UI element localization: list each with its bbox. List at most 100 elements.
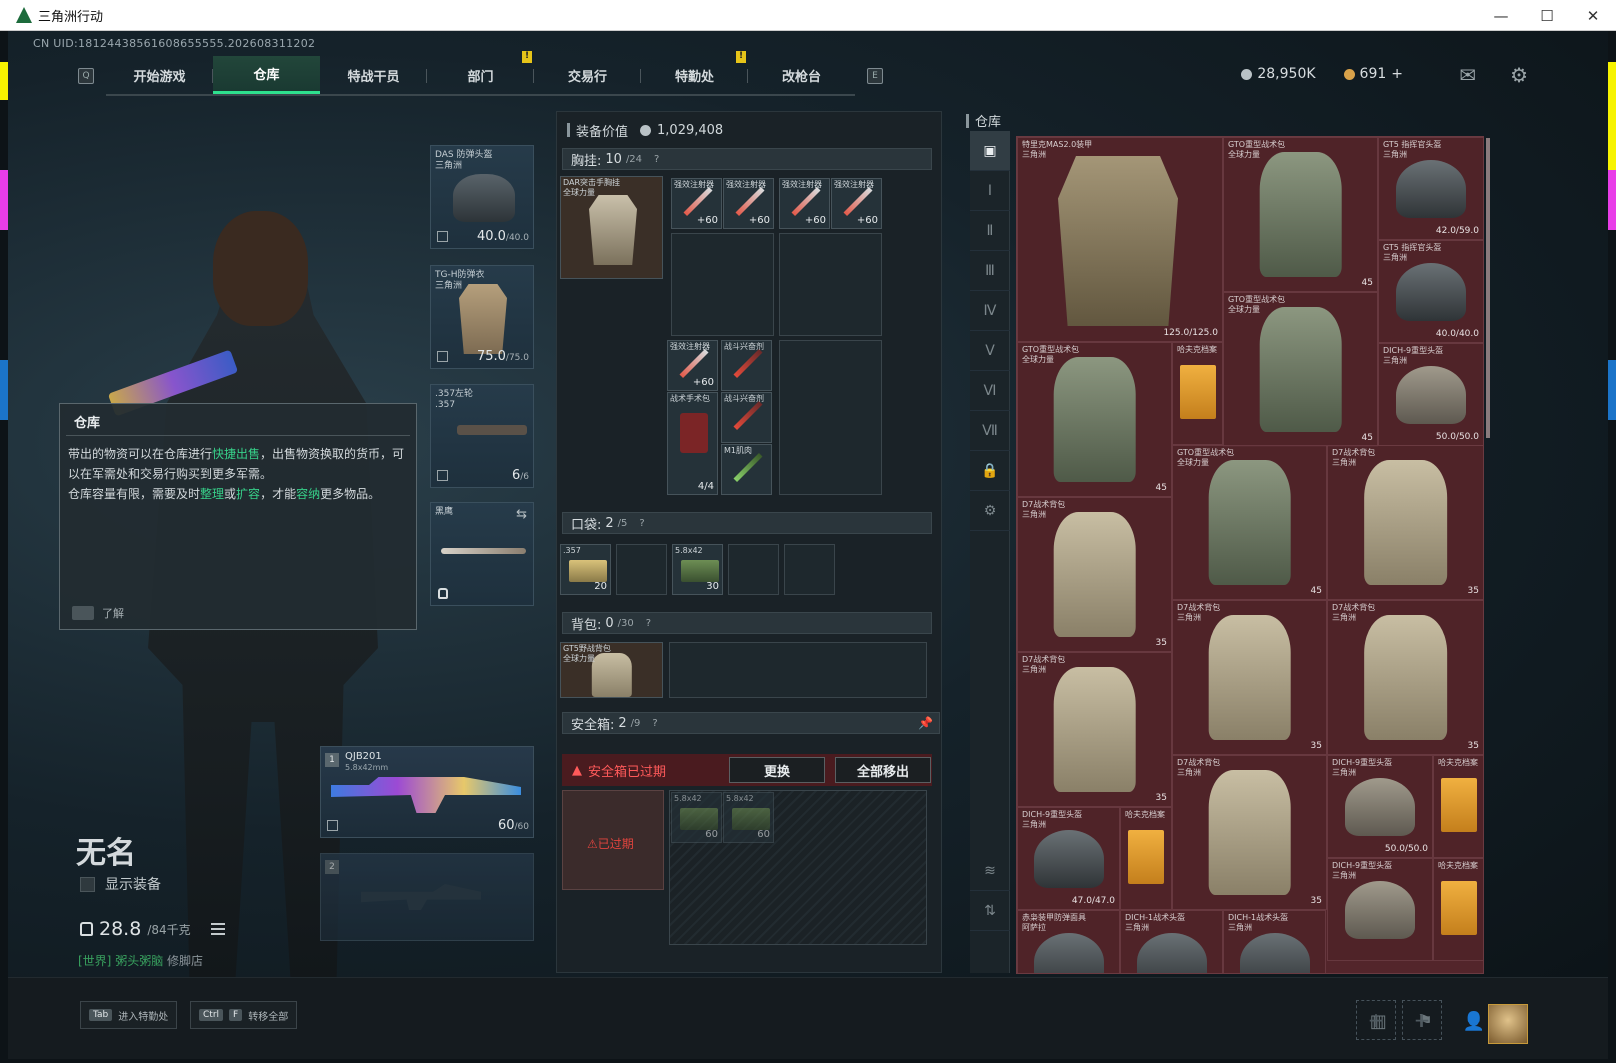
pocket-item[interactable]: .357 20 bbox=[560, 544, 611, 595]
chest-slot-item[interactable]: 战术手术包 4/4 bbox=[667, 392, 718, 495]
sort-icon[interactable]: ⇅ bbox=[970, 891, 1010, 931]
show-equip-toggle[interactable]: 显示装备 bbox=[80, 874, 161, 894]
armor-slot[interactable]: TG-H防弹衣 三角洲 75.0/75.0 bbox=[430, 265, 534, 369]
move-all-button[interactable]: 全部移出 bbox=[835, 757, 931, 783]
stash-item[interactable]: DICH-1战术头盔 三角洲 bbox=[1223, 910, 1326, 973]
stash-item[interactable]: GTO重型战术包 全球力量 45 bbox=[1172, 445, 1327, 600]
stash-item[interactable]: DICH-9重型头盔 三角洲 47.0/47.0 bbox=[1017, 807, 1120, 910]
tooltip-learn-button[interactable]: 了解 bbox=[72, 605, 124, 621]
hint-transfer-all[interactable]: Ctrl F 转移全部 bbox=[190, 1001, 298, 1029]
stash-tab-1[interactable]: Ⅰ bbox=[970, 171, 1010, 211]
stash-tab-6[interactable]: Ⅵ bbox=[970, 371, 1010, 411]
helmet-slot[interactable]: DAS 防弹头盔 三角洲 40.0/40.0 bbox=[430, 145, 534, 249]
mail-icon[interactable]: ✉ bbox=[1459, 63, 1476, 87]
chest-empty-cell[interactable] bbox=[671, 233, 774, 336]
stash-item[interactable]: D7战术背包 三角洲 35 bbox=[1172, 755, 1327, 910]
melee-slot[interactable]: 黑鹰 ⇆ bbox=[430, 502, 534, 606]
chest-slot-item[interactable]: 战斗兴奋剂 bbox=[721, 340, 772, 391]
tab-operators[interactable]: 特战干员 bbox=[320, 56, 427, 94]
stash-item[interactable]: GTO重型战术包 全球力量 45 bbox=[1017, 342, 1172, 497]
stash-item[interactable]: 哈夫克档案 bbox=[1172, 342, 1223, 445]
chest-slot-item[interactable]: 强效注射器 +60 bbox=[671, 178, 722, 229]
gold-plus-icon[interactable]: + bbox=[1391, 66, 1403, 82]
chest-slot-item[interactable]: 战斗兴奋剂 bbox=[721, 392, 772, 443]
pocket-empty-cell[interactable] bbox=[616, 544, 667, 595]
hint-enter-special-ops[interactable]: Tab 进入特勤处 bbox=[80, 1001, 178, 1029]
close-button[interactable]: ✕ bbox=[1570, 0, 1616, 31]
stash-item[interactable]: 哈夫克档案 bbox=[1120, 807, 1172, 910]
chest-empty-cell[interactable] bbox=[779, 340, 882, 495]
stash-item[interactable]: DICH-1战术头盔 三角洲 bbox=[1120, 910, 1223, 973]
chest-empty-cell[interactable] bbox=[779, 233, 882, 336]
stash-item[interactable]: DICH-9重型头盔 三角洲 50.0/50.0 bbox=[1378, 343, 1483, 446]
pistol-slot[interactable]: .357左轮 .357 6/6 bbox=[430, 384, 534, 488]
tab-trade[interactable]: 交易行 bbox=[534, 56, 641, 94]
stash-lock-icon[interactable]: 🔒 bbox=[970, 451, 1010, 491]
list-icon[interactable] bbox=[210, 923, 225, 935]
stash-item[interactable]: D7战术背包 三角洲 35 bbox=[1327, 600, 1483, 755]
pin-icon[interactable]: 📌 bbox=[918, 716, 933, 730]
gold-currency[interactable]: 691 + bbox=[1343, 66, 1403, 82]
avatar[interactable] bbox=[1488, 1004, 1528, 1044]
backpack-grid[interactable] bbox=[669, 642, 927, 698]
stack-icon[interactable]: ≋ bbox=[970, 851, 1010, 891]
help-icon[interactable]: ? bbox=[654, 154, 659, 165]
stash-item[interactable]: D7战术背包 三角洲 35 bbox=[1327, 445, 1483, 600]
minimize-button[interactable]: — bbox=[1478, 0, 1524, 31]
stash-item[interactable]: 特里克MAS2.0装甲 三角洲 125.0/125.0 bbox=[1017, 137, 1223, 342]
tab-department[interactable]: 部门! bbox=[427, 51, 534, 94]
world-chat[interactable]: [世界] 粥头粥脑 修脚店 bbox=[78, 952, 203, 969]
stash-tab-2[interactable]: Ⅱ bbox=[970, 211, 1010, 251]
stash-tab-7[interactable]: Ⅶ bbox=[970, 411, 1010, 451]
stash-item[interactable]: 哈夫克档案 bbox=[1433, 858, 1483, 961]
tab-warehouse[interactable]: 仓库 bbox=[213, 56, 320, 94]
chest-slot-item[interactable]: 强效注射器 +60 bbox=[779, 178, 830, 229]
safebox-item[interactable]: ⚠已过期 bbox=[562, 790, 664, 890]
add-teammate-button[interactable]: + bbox=[1402, 1000, 1442, 1040]
stash-tab-4[interactable]: Ⅳ bbox=[970, 291, 1010, 331]
show-equip-checkbox[interactable] bbox=[80, 876, 95, 892]
backpack-item[interactable]: GT5野战背包 全球力量 bbox=[560, 642, 663, 698]
gear-icon[interactable]: ⚙ bbox=[1510, 63, 1528, 87]
tab-start-game[interactable]: 开始游戏 bbox=[106, 56, 213, 94]
tab-special-ops[interactable]: 特勤处! bbox=[641, 51, 748, 94]
stash-item[interactable]: GT5 指挥官头盔 三角洲 42.0/59.0 bbox=[1378, 137, 1483, 240]
chest-rig-item[interactable]: DAR突击手胸挂 全球力量 bbox=[560, 176, 663, 279]
safebox-slot-item[interactable]: 5.8x42 60 bbox=[671, 792, 722, 843]
stash-settings-icon[interactable]: ⚙ bbox=[970, 491, 1010, 531]
stash-item[interactable]: GT5 指挥官头盔 三角洲 40.0/40.0 bbox=[1378, 240, 1483, 343]
chest-slot-item[interactable]: 强效注射器 +60 bbox=[667, 340, 718, 391]
safebox-slot-item[interactable]: 5.8x42 60 bbox=[723, 792, 774, 843]
stash-tab-5[interactable]: Ⅴ bbox=[970, 331, 1010, 371]
pocket-item[interactable]: 5.8x42 30 bbox=[672, 544, 723, 595]
add-teammate-button[interactable]: + bbox=[1356, 1000, 1396, 1040]
stash-tab-all[interactable]: ▣ bbox=[970, 131, 1010, 171]
chest-slot-item[interactable]: 强效注射器 +60 bbox=[831, 178, 882, 229]
pocket-empty-cell[interactable] bbox=[784, 544, 835, 595]
secondary-weapon-slot[interactable]: 2 bbox=[320, 853, 534, 941]
stash-scrollbar[interactable] bbox=[1486, 138, 1490, 438]
stash-item[interactable]: 赤枭装甲防弹面具 阿萨拉 bbox=[1017, 910, 1120, 973]
tab-gunsmith[interactable]: 改枪台 bbox=[748, 56, 855, 94]
stash-item[interactable]: D7战术背包 三角洲 35 bbox=[1017, 652, 1172, 807]
stash-item[interactable]: DICH-9重型头盔 三角洲 bbox=[1327, 858, 1433, 961]
stash-item[interactable]: GTO重型战术包 全球力量 45 bbox=[1223, 137, 1378, 292]
replace-button[interactable]: 更换 bbox=[729, 757, 825, 783]
pocket-empty-cell[interactable] bbox=[728, 544, 779, 595]
primary-weapon-slot[interactable]: 1 QJB201 5.8x42mm 60/60 bbox=[320, 746, 534, 838]
stash-item[interactable]: D7战术背包 三角洲 35 bbox=[1172, 600, 1327, 755]
swap-icon[interactable]: ⇆ bbox=[516, 507, 527, 522]
chest-slot-item[interactable]: 强效注射器 +60 bbox=[723, 178, 774, 229]
help-icon[interactable]: ? bbox=[639, 518, 644, 529]
nav-key-left[interactable]: Q bbox=[78, 68, 94, 84]
stash-item[interactable]: D7战术背包 三角洲 35 bbox=[1017, 497, 1172, 652]
silver-currency[interactable]: 28,950K bbox=[1241, 66, 1316, 82]
stash-item[interactable]: 哈夫克档案 bbox=[1433, 755, 1483, 858]
chest-slot-item[interactable]: M1肌肉 bbox=[721, 444, 772, 495]
help-icon[interactable]: ? bbox=[646, 618, 651, 629]
stash-tab-3[interactable]: Ⅲ bbox=[970, 251, 1010, 291]
nav-key-right[interactable]: E bbox=[867, 68, 883, 84]
help-icon[interactable]: ? bbox=[652, 718, 657, 729]
maximize-button[interactable]: ☐ bbox=[1524, 0, 1570, 31]
stash-item[interactable]: GTO重型战术包 全球力量 45 bbox=[1223, 292, 1378, 447]
